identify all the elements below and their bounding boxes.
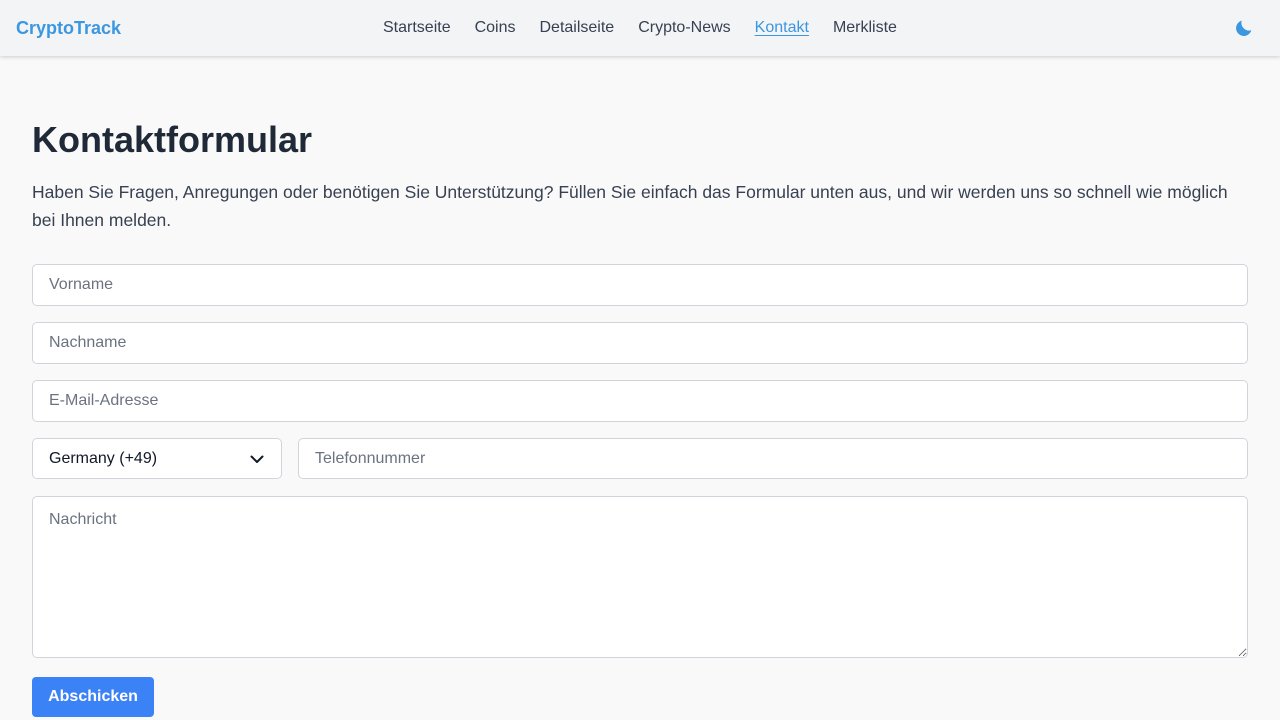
message-textarea[interactable] [32, 496, 1248, 658]
nav-link-startseite[interactable]: Startseite [383, 18, 451, 38]
submit-button[interactable]: Abschicken [32, 677, 154, 717]
moon-icon[interactable] [1233, 17, 1255, 39]
contact-page: Kontaktformular Haben Sie Fragen, Anregu… [32, 118, 1248, 717]
page-title: Kontaktformular [32, 119, 313, 160]
top-navigation-bar: CryptoTrack Startseite Coins Detailseite… [0, 0, 1280, 56]
nav-link-kontakt[interactable]: Kontakt [755, 18, 809, 38]
chevron-down-icon [250, 455, 264, 463]
main-nav: Startseite Coins Detailseite Crypto-News… [383, 18, 897, 38]
moon-icon-graphic [1236, 20, 1252, 36]
phone-input[interactable] [298, 438, 1248, 479]
nav-link-crypto-news[interactable]: Crypto-News [638, 18, 730, 38]
brand-logo[interactable]: CryptoTrack [16, 18, 121, 39]
nav-link-coins[interactable]: Coins [475, 18, 516, 38]
nav-link-detailseite[interactable]: Detailseite [540, 18, 615, 38]
last-name-input[interactable] [32, 322, 1248, 364]
first-name-input[interactable] [32, 264, 1248, 306]
intro-text: Haben Sie Fragen, Anregungen oder benöti… [32, 182, 1228, 230]
country-code-select[interactable]: Germany (+49) [32, 438, 282, 479]
email-input[interactable] [32, 380, 1248, 422]
country-code-selected: Germany (+49) [49, 449, 158, 467]
nav-link-merkliste[interactable]: Merkliste [833, 18, 897, 38]
